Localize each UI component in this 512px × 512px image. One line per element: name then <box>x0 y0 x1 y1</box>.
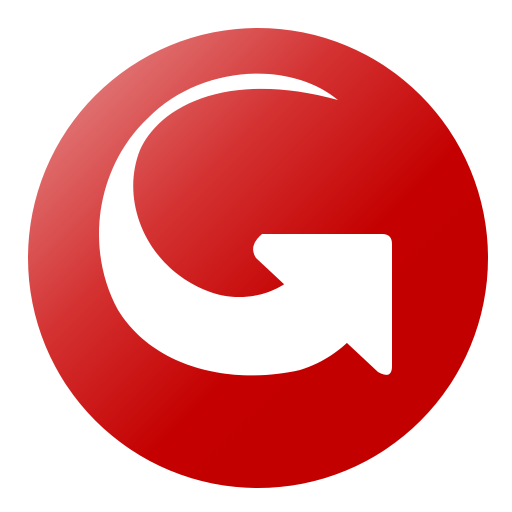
app-icon <box>0 0 512 512</box>
redo-arrow-icon <box>28 28 488 488</box>
